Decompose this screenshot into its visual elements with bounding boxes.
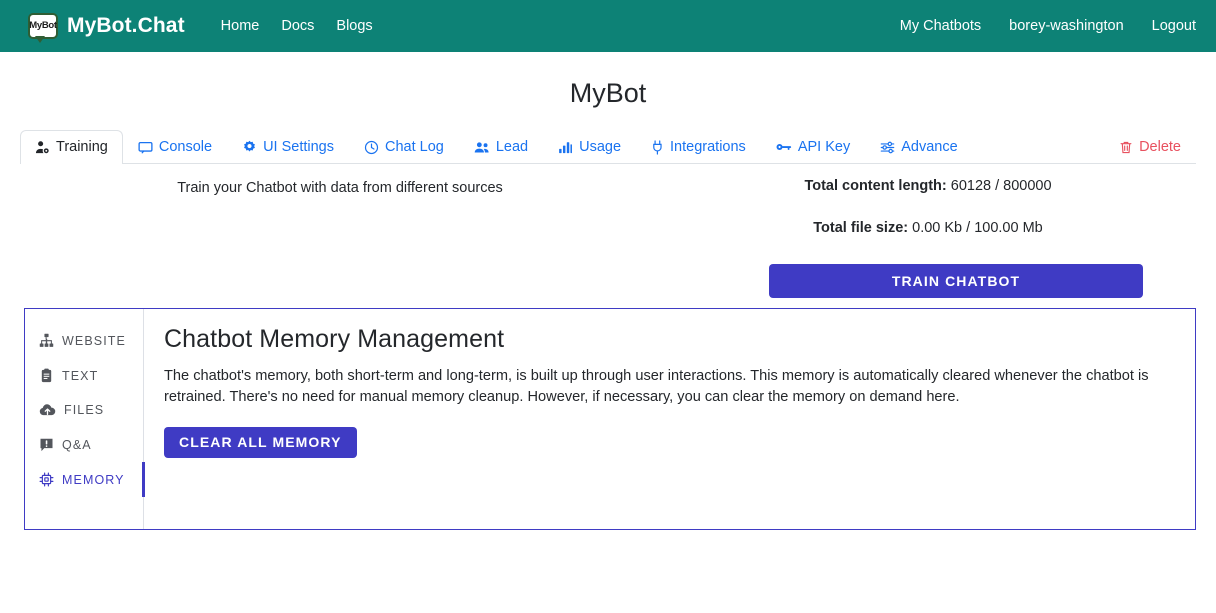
plug-icon <box>651 140 664 155</box>
file-size-value: 0.00 Kb / 100.00 Mb <box>912 220 1043 236</box>
nav-link-blogs[interactable]: Blogs <box>336 18 372 34</box>
page-title: MyBot <box>0 78 1216 109</box>
file-size-label: Total file size: <box>813 220 908 236</box>
tab-label: Usage <box>579 139 621 156</box>
sliders-icon <box>880 140 895 155</box>
key-icon <box>776 140 792 154</box>
bar-chart-icon <box>558 140 573 155</box>
tab-chat-log[interactable]: Chat Log <box>349 130 459 164</box>
nav-link-my-chatbots[interactable]: My Chatbots <box>900 18 981 34</box>
sidebar-item-website[interactable]: WEBSITE <box>25 323 145 358</box>
nav-link-docs[interactable]: Docs <box>281 18 314 34</box>
tab-training[interactable]: Training <box>20 130 123 164</box>
tab-advance[interactable]: Advance <box>865 130 972 164</box>
gear-icon <box>242 140 257 155</box>
trash-icon <box>1119 140 1133 155</box>
clear-all-memory-button[interactable]: CLEAR ALL MEMORY <box>164 427 357 458</box>
logo-text: MyBot <box>29 21 57 31</box>
brand[interactable]: MyBot MyBot.Chat <box>28 13 185 39</box>
brand-name: MyBot.Chat <box>67 14 185 38</box>
nav-link-username[interactable]: borey-washington <box>1009 18 1123 34</box>
nav-right-links: My Chatbots borey-washington Logout <box>900 18 1196 34</box>
tab-ui-settings[interactable]: UI Settings <box>227 130 349 164</box>
file-size-stat: Total file size: 0.00 Kb / 100.00 Mb <box>660 220 1196 236</box>
chat-alert-icon <box>39 437 54 452</box>
sidebar-item-qa[interactable]: Q&A <box>25 427 145 462</box>
usage-stats: Total content length: 60128 / 800000 Tot… <box>660 178 1196 236</box>
train-button-wrap: TRAIN CHATBOT <box>0 264 1216 298</box>
nav-left-links: Home Docs Blogs <box>221 18 373 34</box>
memory-panel-title: Chatbot Memory Management <box>164 325 1173 354</box>
tab-usage[interactable]: Usage <box>543 130 636 164</box>
tab-label: Advance <box>901 139 957 156</box>
content-length-stat: Total content length: 60128 / 800000 <box>660 178 1196 194</box>
sidebar-item-label: TEXT <box>62 369 98 383</box>
sidebar-item-label: FILES <box>64 403 104 417</box>
info-row: Train your Chatbot with data from differ… <box>0 178 1216 236</box>
microchip-icon <box>39 472 54 487</box>
tab-label: UI Settings <box>263 139 334 156</box>
training-subtitle: Train your Chatbot with data from differ… <box>20 178 660 196</box>
source-sidebar: WEBSITE TEXT FILES Q&A MEMORY <box>25 309 144 529</box>
sidebar-item-text[interactable]: TEXT <box>25 358 145 393</box>
mybot-logo-icon: MyBot <box>28 13 58 39</box>
tab-label: Chat Log <box>385 139 444 156</box>
tab-bar: Training Console UI Settings Chat Log Le… <box>0 129 1216 164</box>
tab-label: Console <box>159 139 212 156</box>
nav-link-logout[interactable]: Logout <box>1152 18 1196 34</box>
cloud-upload-icon <box>39 403 56 417</box>
user-gear-icon <box>35 140 50 155</box>
training-card: WEBSITE TEXT FILES Q&A MEMORY <box>24 308 1196 530</box>
users-icon <box>474 140 490 155</box>
nav-link-home[interactable]: Home <box>221 18 260 34</box>
tab-lead[interactable]: Lead <box>459 130 543 164</box>
tab-label: Integrations <box>670 139 746 156</box>
clipboard-icon <box>39 368 54 383</box>
content-length-value: 60128 / 800000 <box>951 178 1052 194</box>
sidebar-item-memory[interactable]: MEMORY <box>25 462 145 497</box>
tab-integrations[interactable]: Integrations <box>636 130 761 164</box>
top-navbar: MyBot MyBot.Chat Home Docs Blogs My Chat… <box>0 0 1216 52</box>
sidebar-item-label: WEBSITE <box>62 334 126 348</box>
memory-panel: Chatbot Memory Management The chatbot's … <box>144 309 1195 529</box>
sidebar-item-label: Q&A <box>62 438 92 452</box>
clock-icon <box>364 140 379 155</box>
chat-bubble-icon <box>138 140 153 155</box>
tab-console[interactable]: Console <box>123 130 227 164</box>
sidebar-item-label: MEMORY <box>62 473 125 487</box>
tab-label: API Key <box>798 139 850 156</box>
sidebar-item-files[interactable]: FILES <box>25 393 145 427</box>
content-length-label: Total content length: <box>804 178 946 194</box>
tab-label: Delete <box>1139 139 1181 156</box>
sitemap-icon <box>39 333 54 348</box>
train-chatbot-button[interactable]: TRAIN CHATBOT <box>769 264 1143 298</box>
tab-api-key[interactable]: API Key <box>761 130 865 164</box>
tab-delete[interactable]: Delete <box>1104 130 1196 164</box>
tab-label: Lead <box>496 139 528 156</box>
memory-panel-description: The chatbot's memory, both short-term an… <box>164 366 1173 409</box>
tab-label: Training <box>56 139 108 156</box>
